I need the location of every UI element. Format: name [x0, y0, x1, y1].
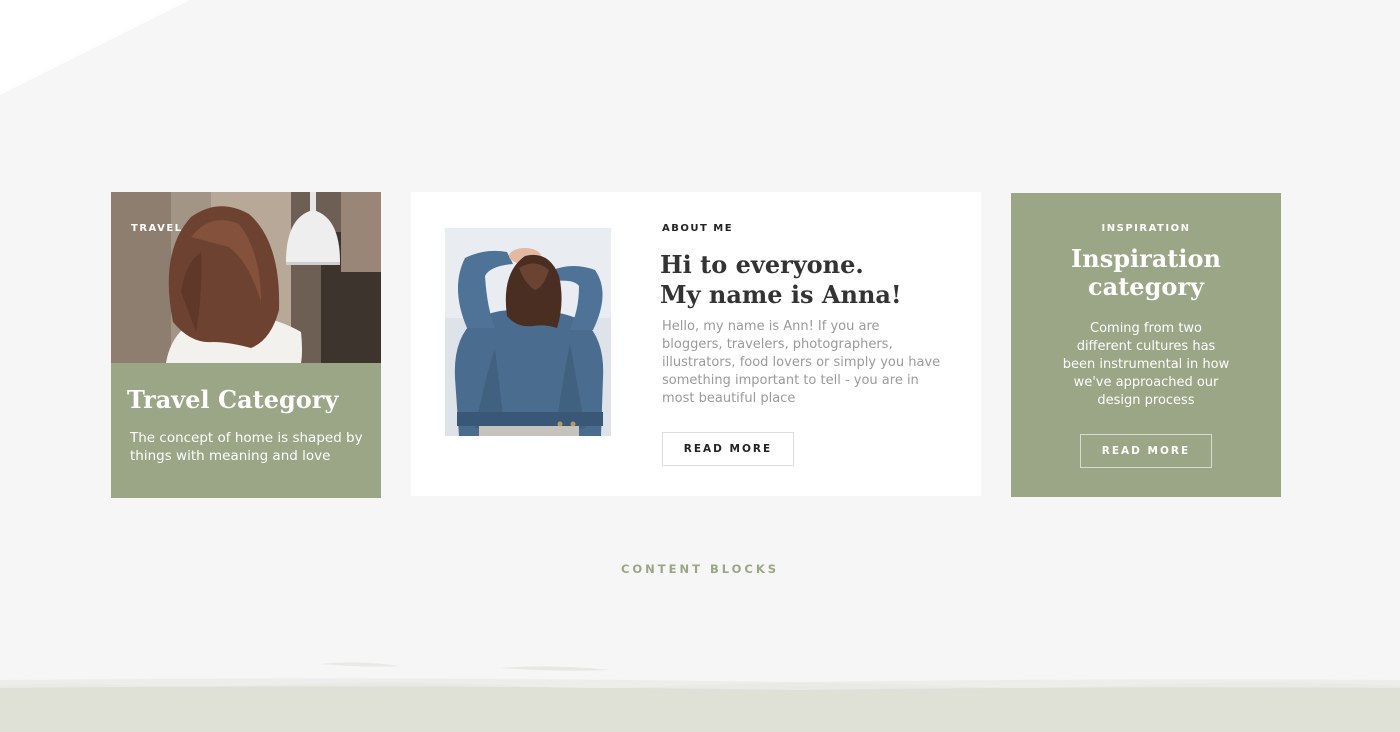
about-title-line1: Hi to everyone. — [660, 250, 864, 279]
about-photo — [445, 228, 611, 436]
travel-photo — [111, 192, 381, 363]
about-me-card: ABOUT ME Hi to everyone. My name is Anna… — [411, 192, 981, 496]
decorative-corner-shape — [0, 0, 190, 95]
travel-category-card[interactable]: TRAVEL Travel Category The concept of ho… — [111, 192, 381, 498]
about-read-more-button[interactable]: READ MORE — [662, 432, 794, 466]
inspiration-category-card: INSPIRATION Inspiration category Coming … — [1011, 193, 1281, 497]
inspiration-tag: INSPIRATION — [1101, 223, 1191, 234]
travel-description: The concept of home is shaped by things … — [130, 430, 363, 464]
about-title: Hi to everyone. My name is Anna! — [660, 250, 901, 310]
inspiration-title-line1: Inspiration — [1071, 244, 1221, 273]
travel-tag: TRAVEL — [131, 223, 183, 234]
inspiration-read-more-button[interactable]: READ MORE — [1080, 434, 1212, 468]
brush-stroke-divider — [0, 662, 1400, 732]
about-tag: ABOUT ME — [662, 223, 734, 234]
about-description: Hello, my name is Ann! If you are blogge… — [662, 319, 941, 406]
section-label: CONTENT BLOCKS — [620, 562, 780, 576]
about-title-line2: My name is Anna! — [660, 280, 902, 309]
inspiration-description: Coming from two different cultures has b… — [1062, 321, 1230, 408]
inspiration-title-line2: category — [1088, 272, 1204, 301]
travel-title[interactable]: Travel Category — [127, 385, 338, 414]
inspiration-title: Inspiration category — [1011, 245, 1281, 301]
